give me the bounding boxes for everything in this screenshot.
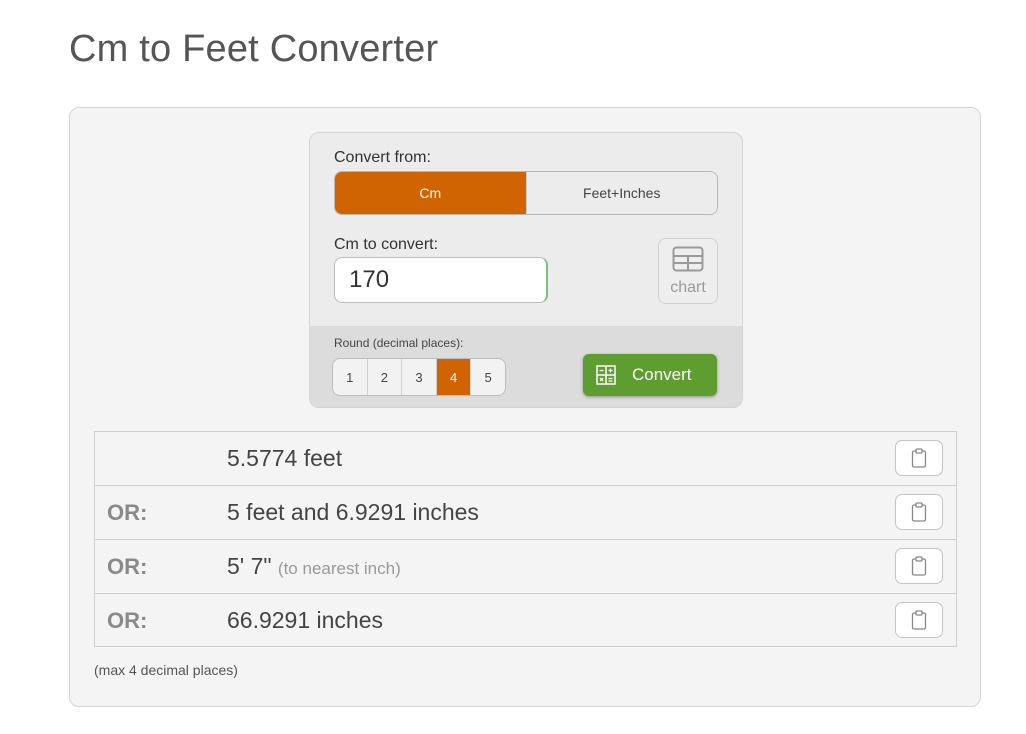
copy-button[interactable] <box>895 494 943 530</box>
clipboard-icon <box>911 448 927 468</box>
round-label: Round (decimal places): <box>334 336 464 350</box>
input-label: Cm to convert: <box>334 236 439 253</box>
result-row: OR: 5' 7" (to nearest inch) <box>95 539 956 592</box>
result-note: (to nearest inch) <box>277 559 401 578</box>
copy-button[interactable] <box>895 548 943 584</box>
result-value: 5.5774 feet <box>227 445 343 471</box>
result-prefix: OR: <box>107 500 148 525</box>
result-row: OR: 66.9291 inches <box>95 593 956 646</box>
result-row: OR: 5 feet and 6.9291 inches <box>95 485 956 538</box>
result-prefix: OR: <box>107 608 148 633</box>
calculator-icon <box>596 365 616 385</box>
clipboard-icon <box>911 556 927 576</box>
result-prefix: OR: <box>107 554 148 579</box>
result-value: 5 feet and 6.9291 inches <box>227 499 479 525</box>
convert-button[interactable]: Convert <box>583 354 717 396</box>
clipboard-icon <box>911 610 927 630</box>
table-icon <box>672 246 704 277</box>
convert-from-label: Convert from: <box>334 149 431 166</box>
converter-panel: Convert from: Cm Feet+Inches Cm to conve… <box>69 107 981 707</box>
clipboard-icon <box>911 502 927 522</box>
chart-button[interactable]: chart <box>658 238 718 304</box>
round-option-5[interactable]: 5 <box>470 359 505 395</box>
footnote: (max 4 decimal places) <box>94 662 238 678</box>
result-row: 5.5774 feet <box>95 432 956 485</box>
convert-button-label: Convert <box>632 365 692 384</box>
option-cm-button[interactable]: Cm <box>335 172 526 214</box>
results-table: 5.5774 feet OR: 5 feet and 6.9291 inches… <box>94 431 957 647</box>
chart-button-label: chart <box>670 278 706 296</box>
page-title: Cm to Feet Converter <box>69 28 439 70</box>
result-value: 5' 7" <box>227 553 272 579</box>
option-feet-inches-button[interactable]: Feet+Inches <box>525 172 717 214</box>
copy-button[interactable] <box>895 440 943 476</box>
round-option-1[interactable]: 1 <box>333 359 367 395</box>
cm-input[interactable] <box>334 257 548 303</box>
convert-from-toggle: Cm Feet+Inches <box>334 171 718 215</box>
result-value: 66.9291 inches <box>227 607 384 633</box>
round-selector: 1 2 3 4 5 <box>332 358 506 396</box>
copy-button[interactable] <box>895 602 943 638</box>
round-section: Round (decimal places): 1 2 3 4 5 Conver… <box>310 326 742 407</box>
calculator-box: Convert from: Cm Feet+Inches Cm to conve… <box>309 132 743 408</box>
round-option-3[interactable]: 3 <box>401 359 436 395</box>
result-value-group: 5' 7" (to nearest inch) <box>227 553 401 580</box>
round-option-2[interactable]: 2 <box>366 359 402 395</box>
round-option-4[interactable]: 4 <box>435 359 471 395</box>
